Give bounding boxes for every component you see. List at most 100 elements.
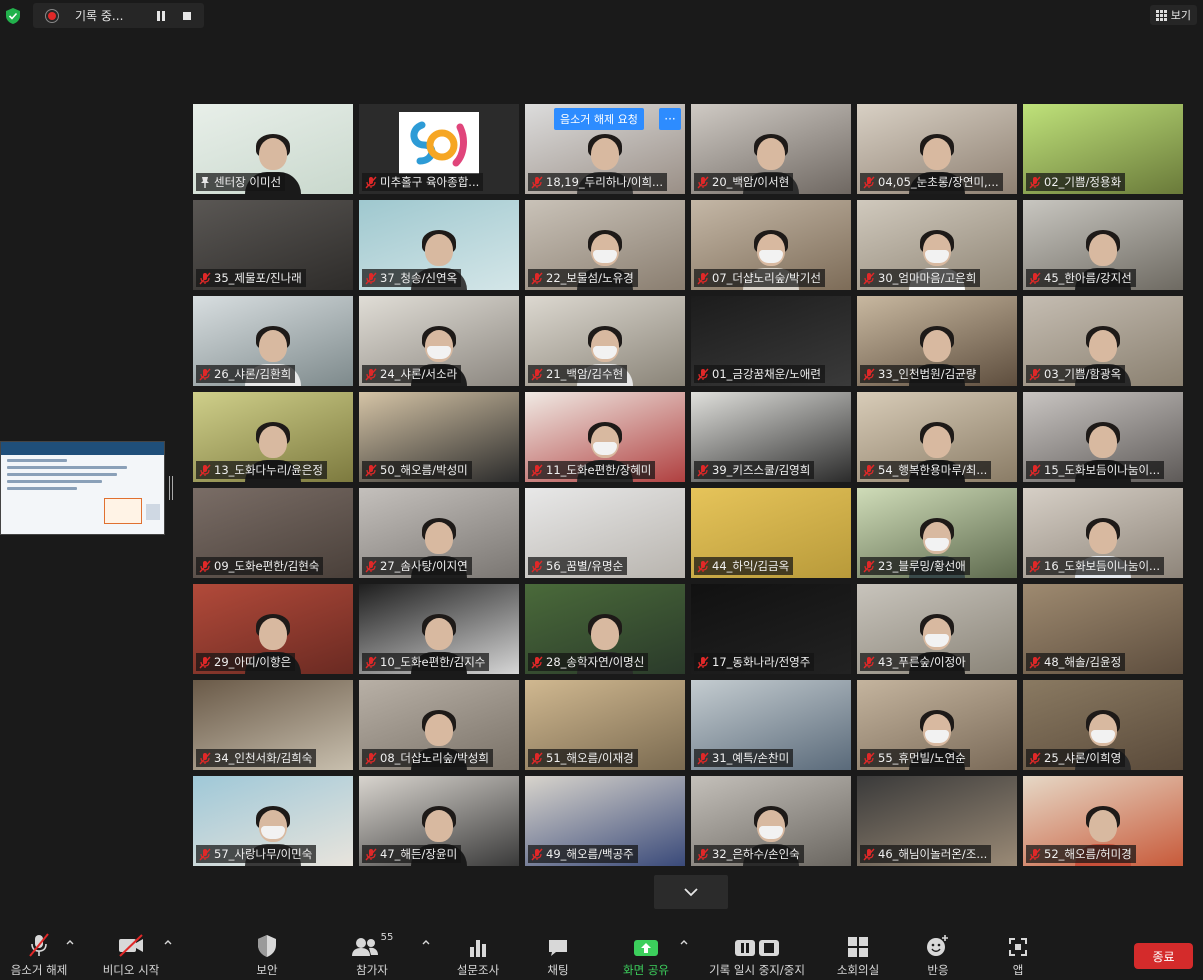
participant-tile[interactable]: 35_제물포/진나래 [193,200,353,290]
participant-name: 44_하익/김금옥 [712,559,790,573]
participant-tile[interactable]: 27_솜사탕/이지연 [359,488,519,578]
participant-tile[interactable]: 18,19_두리하나/이희... 음소거 해제 요청 ··· [525,104,685,194]
participant-tile[interactable]: 32_은하수/손인숙 [691,776,851,866]
participant-tile[interactable]: 23_블루밍/황선애 [857,488,1017,578]
participant-name-bar: 23_블루밍/황선애 [860,557,970,575]
video-options-caret-icon[interactable] [164,938,172,946]
participant-name: 01_금강꿈채운/노애련 [712,367,821,381]
participant-tile[interactable]: 30_엄마마음/고은희 [857,200,1017,290]
mic-muted-icon [365,848,377,860]
participant-tile[interactable]: 11_도화e편한/장혜미 [525,392,685,482]
participant-tile[interactable]: 07_더샵노리숲/박기선 [691,200,851,290]
participant-tile[interactable]: 25_샤론/이희영 [1023,680,1183,770]
participant-tile[interactable]: 56_꿈별/유명순 [525,488,685,578]
mic-muted-icon [531,848,543,860]
share-screen-button[interactable]: 화면 공유 [601,932,691,978]
participant-tile[interactable]: 34_인천서화/김희숙 [193,680,353,770]
participant-tile[interactable]: 48_해솔/김윤정 [1023,584,1183,674]
reactions-label: 반응 [927,963,949,977]
mic-muted-icon [1029,176,1041,188]
next-page-button[interactable] [654,875,728,909]
participant-tile[interactable]: 33_인천법원/김균량 [857,296,1017,386]
chat-button[interactable]: 채팅 [513,932,603,978]
participant-tile[interactable]: 51_해오름/이재경 [525,680,685,770]
mic-muted-icon [697,176,709,188]
participant-name: 센터장 이미선 [214,175,282,189]
participant-tile[interactable]: 50_해오름/박성미 [359,392,519,482]
audio-options-caret-icon[interactable] [66,938,74,946]
participant-tile[interactable]: 52_해오름/허미경 [1023,776,1183,866]
participants-options-caret-icon[interactable] [422,938,430,946]
participant-tile[interactable]: 13_도화다누리/윤은정 [193,392,353,482]
participant-tile[interactable]: 20_백암/이서현 [691,104,851,194]
participants-icon [351,938,378,956]
participant-tile[interactable]: 16_도화보듬이나눔이... [1023,488,1183,578]
participant-name: 02_기쁨/정용화 [1044,175,1122,189]
record-pause-stop-button[interactable]: 기록 일시 중지/중지 [709,932,805,978]
participant-name-bar: 43_푸른숲/이정아 [860,653,970,671]
mic-muted-icon [1029,560,1041,572]
participant-tile[interactable]: 45_한아름/강지선 [1023,200,1183,290]
thumbnail-resize-handle[interactable] [169,476,173,500]
participant-name: 08_더샵노리숲/박성희 [380,751,489,765]
participant-tile[interactable]: 센터장 이미선 [193,104,353,194]
participant-tile[interactable]: 29_아띠/이향은 [193,584,353,674]
participant-tile[interactable]: 57_사랑나무/이민숙 [193,776,353,866]
participant-tile[interactable]: 09_도화e편한/김현숙 [193,488,353,578]
participant-tile[interactable]: 43_푸른숲/이정아 [857,584,1017,674]
share-options-caret-icon[interactable] [680,938,688,946]
participant-name-bar: 57_사랑나무/이민숙 [196,845,317,863]
participant-tile[interactable]: 24_샤론/서소라 [359,296,519,386]
participant-tile[interactable]: 44_하익/김금옥 [691,488,851,578]
participant-tile[interactable]: 28_송학자연/이명신 [525,584,685,674]
polls-button[interactable]: 설문조사 [433,932,523,978]
mic-muted-icon [697,272,709,284]
participant-tile[interactable]: 17_동화나라/전영주 [691,584,851,674]
participant-tile[interactable]: 54_행복한용마루/최... [857,392,1017,482]
participants-button[interactable]: 55 참가자 [327,932,417,978]
participant-tile[interactable]: 47_해든/장윤미 [359,776,519,866]
participant-tile[interactable]: 08_더샵노리숲/박성희 [359,680,519,770]
participant-name-bar: 30_엄마마음/고은희 [860,269,981,287]
participant-name-bar: 24_샤론/서소라 [362,365,462,383]
participant-tile[interactable]: 37_청송/신연옥 [359,200,519,290]
participant-tile[interactable]: 22_보물섬/노유경 [525,200,685,290]
participant-tile[interactable]: 49_해오름/백공주 [525,776,685,866]
participant-tile[interactable]: 55_휴먼빌/노연순 [857,680,1017,770]
request-unmute-button[interactable]: 음소거 해제 요청 [554,108,644,130]
participant-name-bar: 27_솜사탕/이지연 [362,557,472,575]
mic-muted-icon [365,176,377,188]
stop-recording-icon[interactable] [183,11,191,20]
pause-recording-icon[interactable] [157,10,165,21]
participant-tile[interactable]: 26_샤론/김환희 [193,296,353,386]
mic-muted-icon [863,752,875,764]
participant-tile[interactable]: 04,05_눈초롱/장연미,... [857,104,1017,194]
participant-tile[interactable]: 미추홀구 육아종합... [359,104,519,194]
view-button[interactable]: 보기 [1149,5,1197,25]
mic-muted-icon [697,656,709,668]
participant-tile[interactable]: 15_도화보듬이나눔이... [1023,392,1183,482]
apps-button[interactable]: 앱 [973,932,1063,978]
participant-tile[interactable]: 46_해님이놀러온/조... [857,776,1017,866]
participant-tile[interactable]: 10_도화e편한/김지수 [359,584,519,674]
reactions-button[interactable]: 반응 [893,932,983,978]
participant-tile[interactable]: 03_기쁨/함광옥 [1023,296,1183,386]
participant-tile[interactable]: 21_백암/김수현 [525,296,685,386]
mic-muted-icon [365,368,377,380]
participants-label: 참가자 [356,963,388,977]
mic-muted-icon [697,848,709,860]
participant-tile[interactable]: 01_금강꿈채운/노애련 [691,296,851,386]
participant-tile[interactable]: 39_키즈스쿨/김영희 [691,392,851,482]
breakout-rooms-button[interactable]: 소회의실 [813,932,903,978]
end-meeting-button[interactable]: 종료 [1134,943,1193,969]
participant-name: 24_샤론/서소라 [380,367,458,381]
security-shield-icon[interactable] [6,8,20,24]
participant-tile[interactable]: 02_기쁨/정용화 [1023,104,1183,194]
participant-name: 35_제물포/진나래 [214,271,302,285]
security-button[interactable]: 보안 [222,932,312,978]
view-label: 보기 [1170,9,1191,22]
start-video-button[interactable]: 비디오 시작 [86,932,176,978]
shared-screen-thumbnail[interactable] [0,441,165,535]
more-options-button[interactable]: ··· [659,108,681,130]
participant-tile[interactable]: 31_예특/손찬미 [691,680,851,770]
